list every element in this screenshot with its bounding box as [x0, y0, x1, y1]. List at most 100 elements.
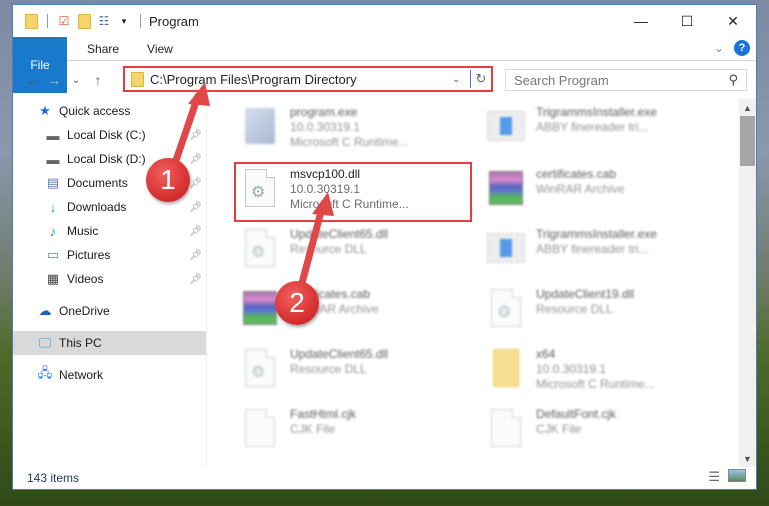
file-detail: WinRAR Archive [536, 182, 625, 196]
file-icon [491, 409, 521, 447]
refresh-button[interactable]: ↻ [471, 71, 491, 87]
search-placeholder: Search Program [514, 72, 609, 88]
downloads-icon: ↓ [49, 199, 57, 215]
sidebar-item-local-disk-c[interactable]: ▬ Local Disk (C:) 📌︎ [13, 123, 206, 147]
sidebar-item-videos[interactable]: ▦ Videos 📌︎ [13, 267, 206, 291]
scroll-down-icon[interactable]: ▼ [739, 450, 756, 467]
search-input[interactable]: Search Program ⚲ [505, 69, 747, 91]
highlight-box [234, 162, 472, 222]
sidebar-item-this-pc[interactable]: 🖵︎ This PC [13, 331, 206, 355]
pin-icon[interactable]: 📌︎ [189, 130, 202, 141]
file-name: UpdateClient19.dll [536, 287, 635, 301]
back-button[interactable]: ← [21, 72, 43, 88]
pin-icon[interactable]: 📌︎ [189, 226, 202, 237]
folder-icon [131, 71, 144, 87]
file-item[interactable]: ⚙ UpdateClient65.dll Resource DLL [240, 347, 470, 403]
address-path[interactable]: C:\Program Files\Program Directory [150, 72, 452, 87]
documents-icon: ▤ [46, 175, 60, 190]
sidebar-item-label: Local Disk (C:) [67, 128, 146, 142]
up-button[interactable]: ↑ [87, 72, 109, 88]
installer-icon [487, 233, 525, 263]
pin-icon[interactable]: 📌︎ [189, 274, 202, 285]
vertical-scrollbar[interactable]: ▲ ▼ [739, 99, 756, 467]
quick-access-toolbar: ☑ ☷ ▾ [13, 13, 145, 29]
file-item[interactable]: certificates.cab WinRAR Archive [486, 167, 716, 223]
file-item[interactable]: TrigrammsInstaller.exe ABBY finereader t… [486, 227, 716, 283]
sidebar-item-onedrive[interactable]: ☁ OneDrive [13, 299, 206, 323]
file-detail: CJK File [536, 422, 582, 436]
sidebar-item-label: Network [59, 368, 104, 382]
sidebar-item-label: This PC [59, 336, 102, 350]
exe-icon [245, 108, 275, 144]
file-item[interactable]: x64 10.0.30319.1 Microsoft C Runtime... [486, 347, 716, 403]
file-icon [245, 409, 275, 447]
winrar-icon [489, 171, 523, 205]
scroll-thumb[interactable] [740, 116, 755, 166]
folder-icon [493, 349, 519, 387]
pin-icon[interactable]: 📌︎ [189, 154, 202, 165]
help-icon[interactable]: ? [734, 40, 750, 56]
file-name: certificates.cab [536, 167, 617, 181]
large-icons-view-icon[interactable] [728, 469, 746, 482]
file-item[interactable]: TrigrammsInstaller.exe ABBY finereader t… [486, 105, 716, 161]
pictures-icon: ▭ [46, 247, 60, 262]
pin-icon[interactable]: 📌︎ [189, 250, 202, 261]
file-name: UpdateClient65.dll [290, 347, 389, 361]
tab-view[interactable]: View [133, 37, 187, 60]
file-detail: ABBY finereader tri... [536, 242, 649, 256]
minimize-button[interactable]: — [618, 5, 664, 37]
recent-locations-button[interactable]: ⌄ [65, 75, 87, 86]
file-name: x64 [536, 347, 556, 361]
address-dropdown-icon[interactable]: ⌄ [452, 74, 470, 85]
sidebar-item-label: Videos [67, 272, 104, 286]
new-folder-icon[interactable] [76, 13, 92, 29]
properties-icon[interactable]: ☑ [56, 13, 72, 29]
explorer-body: ★ Quick access ▬ Local Disk (C:) 📌︎ ▬ Lo… [13, 99, 756, 467]
file-item[interactable]: FastHtml.cjk CJK File [240, 407, 470, 463]
file-item[interactable]: DefaultFont.cjk CJK File [486, 407, 716, 463]
navigation-bar: ← → ⌄ ↑ C:\Program Files\Program Directo… [13, 61, 756, 99]
divider [140, 14, 141, 28]
dll-icon: ⚙ [491, 289, 521, 327]
file-name: UpdateClient65.dll [290, 227, 389, 241]
file-name: DefaultFont.cjk [536, 407, 617, 421]
sidebar-item-label: Downloads [67, 200, 127, 214]
file-item[interactable]: certificates.cab WinRAR Archive [240, 287, 470, 343]
installer-icon [487, 111, 525, 141]
star-icon: ★ [39, 103, 51, 118]
scroll-up-icon[interactable]: ▲ [739, 99, 756, 116]
expand-ribbon-icon[interactable]: ⌄ [714, 41, 724, 55]
sidebar-item-network[interactable]: 🖧︎ Network [13, 363, 206, 387]
sidebar-item-pictures[interactable]: ▭ Pictures 📌︎ [13, 243, 206, 267]
pin-icon[interactable]: 📌︎ [189, 178, 202, 189]
file-name: FastHtml.cjk [290, 407, 356, 421]
pin-icon[interactable]: 📌︎ [189, 202, 202, 213]
sidebar-item-label: Local Disk (D:) [67, 152, 146, 166]
tab-share[interactable]: Share [73, 37, 133, 60]
address-bar[interactable]: C:\Program Files\Program Directory ⌄ ↻ [123, 66, 493, 92]
customize-view-icon[interactable]: ☷ [96, 13, 112, 29]
file-detail: CJK File [290, 422, 336, 436]
sidebar-item-music[interactable]: ♪ Music 📌︎ [13, 219, 206, 243]
sidebar-item-label: Pictures [67, 248, 111, 262]
file-detail: Microsoft C Runtime... [536, 377, 655, 391]
file-item[interactable]: ⚙ UpdateClient19.dll Resource DLL [486, 287, 716, 343]
forward-button[interactable]: → [43, 72, 65, 88]
ribbon-tabs: File Home Share View ⌄ ? [13, 37, 756, 93]
search-icon[interactable]: ⚲ [728, 72, 738, 88]
file-item[interactable]: program.exe 10.0.30319.1 Microsoft C Run… [240, 105, 470, 161]
sidebar-item-quick-access[interactable]: ★ Quick access [13, 99, 206, 123]
file-detail: 10.0.30319.1 [536, 362, 607, 376]
step-badge-2: 2 [275, 281, 319, 325]
qat-dropdown-icon[interactable]: ▾ [116, 13, 132, 29]
close-button[interactable]: ✕ [710, 5, 756, 37]
item-count: 143 items [27, 471, 80, 485]
network-icon: 🖧︎ [37, 365, 53, 380]
winrar-icon [243, 291, 277, 325]
window-title: Program [149, 13, 199, 29]
maximize-button[interactable]: ☐ [664, 5, 710, 37]
details-view-icon[interactable]: ☰ [708, 469, 720, 485]
navigation-pane: ★ Quick access ▬ Local Disk (C:) 📌︎ ▬ Lo… [13, 99, 207, 467]
file-item[interactable]: ⚙ UpdateClient65.dll Resource DLL [240, 227, 470, 283]
drive-c-icon: ▬ [46, 127, 60, 143]
